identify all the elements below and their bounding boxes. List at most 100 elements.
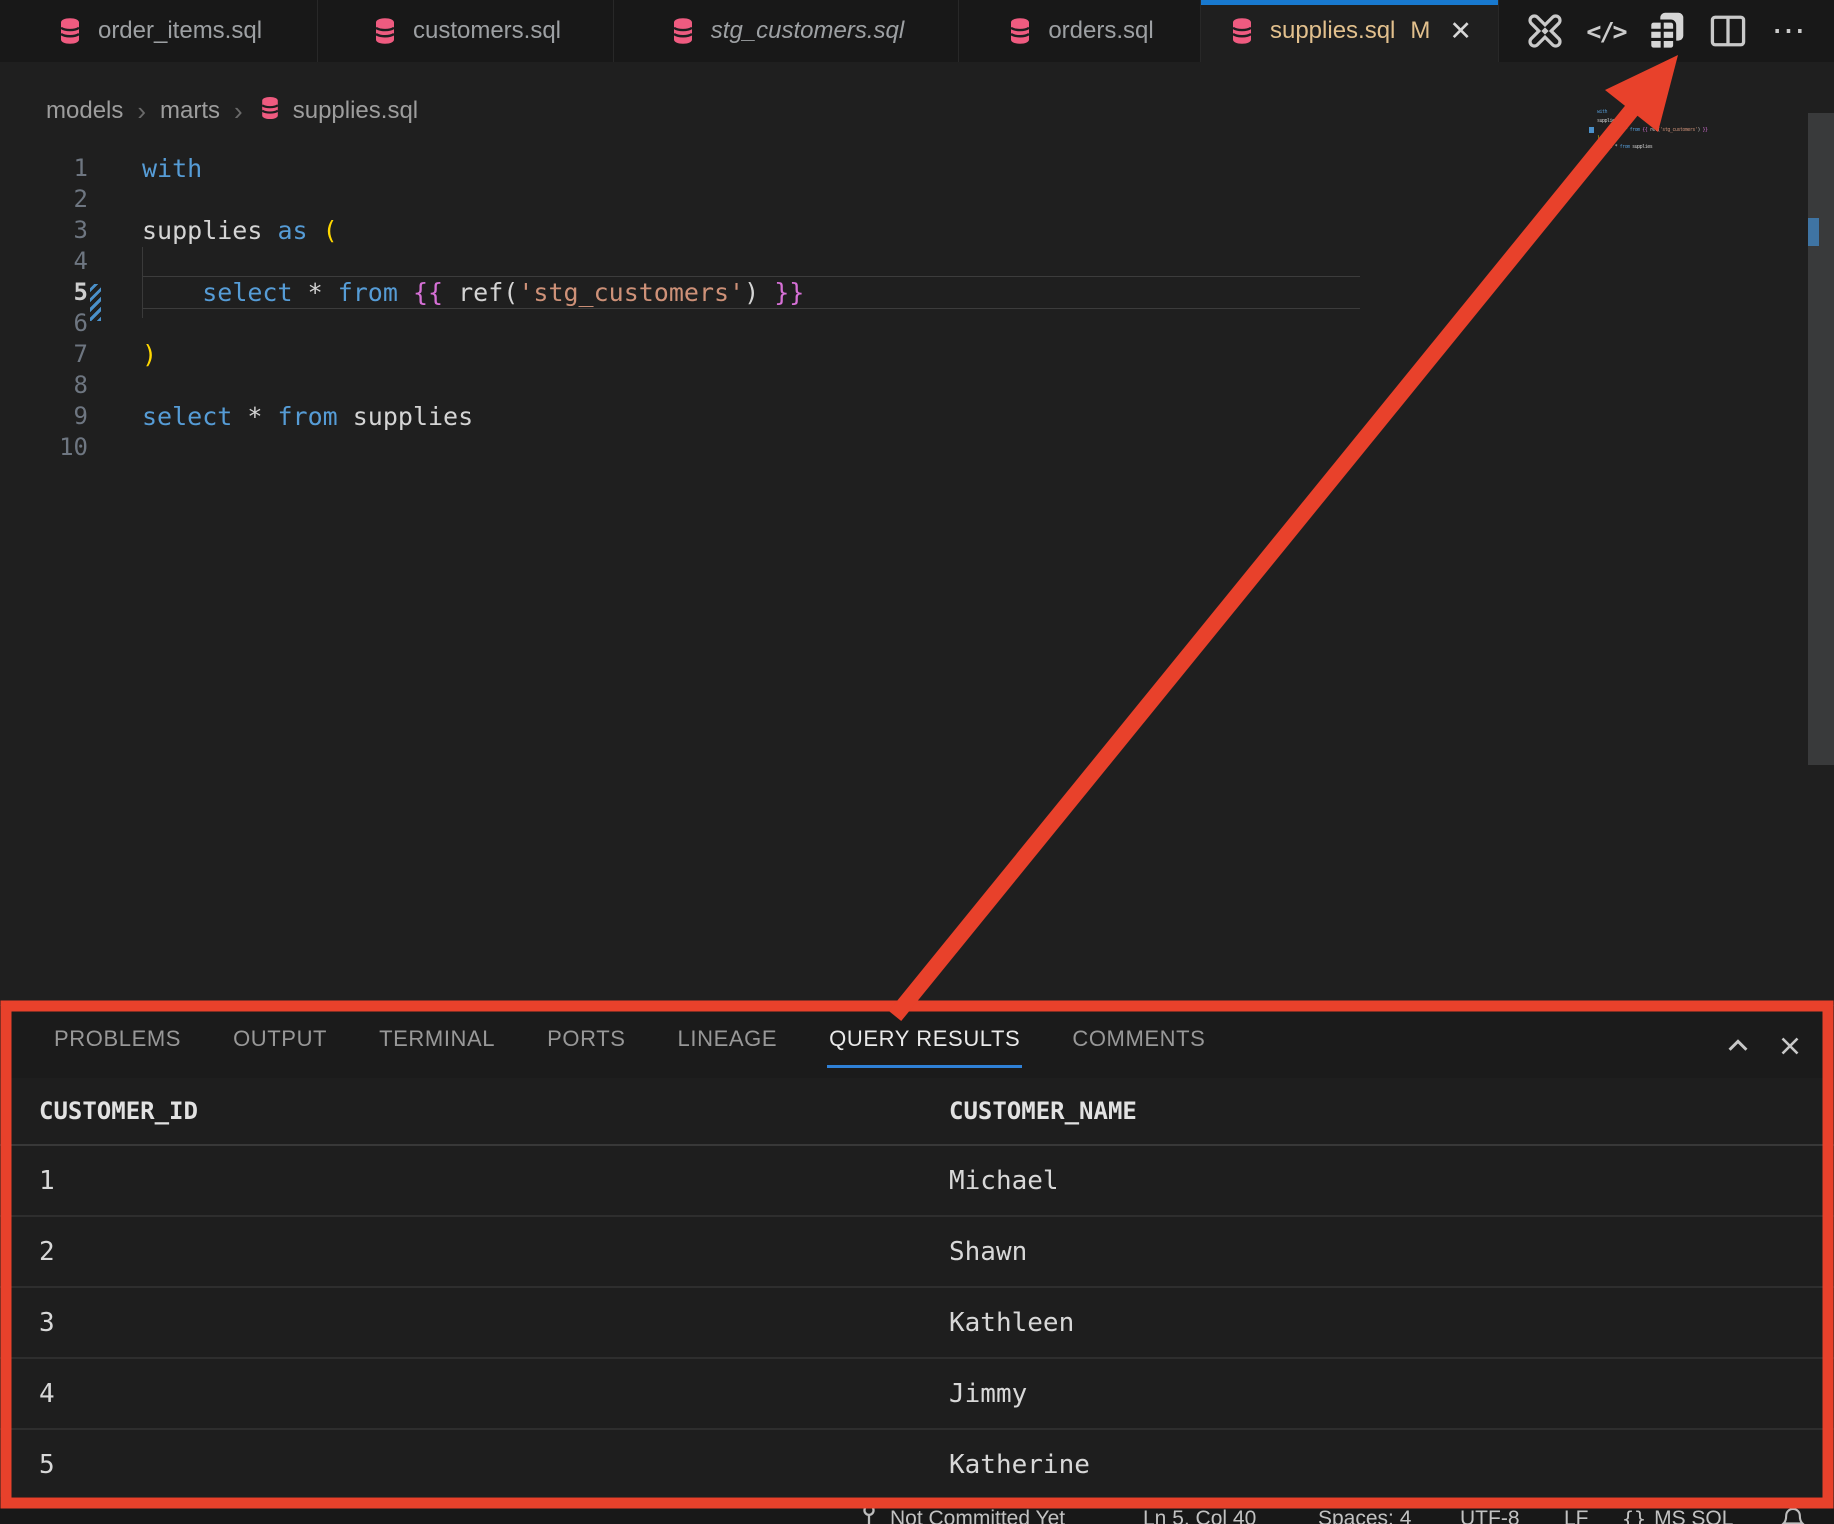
indentation-label: Spaces: 4: [1318, 1507, 1411, 1524]
tab-label: customers.sql: [413, 17, 561, 45]
table-row[interactable]: 3 Kathleen: [0, 1288, 1834, 1359]
cell-customer-id: 2: [39, 1237, 55, 1267]
tab-stg-customers-sql[interactable]: stg_customers.sql: [614, 0, 959, 62]
panel-tab-terminal[interactable]: TERMINAL: [377, 1008, 497, 1070]
panel-close-button[interactable]: [1768, 1024, 1812, 1068]
breadcrumb-item-models[interactable]: models: [46, 97, 123, 125]
query-results-icon[interactable]: [1644, 8, 1690, 54]
breadcrumb: models›marts› supplies.sql: [46, 92, 418, 130]
panel-collapse-button[interactable]: [1716, 1024, 1760, 1068]
code-line-9[interactable]: 9 select * from supplies: [0, 401, 1834, 432]
editor-scrollbar[interactable]: [1808, 113, 1834, 765]
cell-customer-id: 4: [39, 1379, 55, 1409]
table-row[interactable]: 1Michael: [0, 1146, 1834, 1217]
breadcrumb-file-label: supplies.sql: [293, 97, 418, 125]
eol-setting[interactable]: LF: [1564, 1497, 1589, 1524]
query-results-table: CUSTOMER_ID CUSTOMER_NAME 1Michael 2 Shawn 3 K…: [0, 1078, 1834, 1501]
cell-customer-id: 5: [39, 1450, 55, 1480]
panel-tab-ports[interactable]: PORTS: [545, 1008, 627, 1070]
panel-tab-output[interactable]: OUTPUT: [231, 1008, 329, 1070]
line-number: 3: [0, 215, 88, 246]
panel-tab-query-results[interactable]: QUERY RESULTS: [827, 1008, 1022, 1070]
line-number: 4: [0, 246, 88, 277]
indent-guide: [142, 247, 143, 318]
inline-code-icon[interactable]: </>: [1583, 8, 1629, 54]
split-editor-icon[interactable]: [1705, 8, 1751, 54]
column-header: CUSTOMER_ID: [39, 1097, 198, 1125]
close-icon: [1775, 1031, 1805, 1061]
line-number: 9: [0, 401, 88, 432]
tab-order-items-sql[interactable]: order_items.sql: [0, 0, 318, 62]
line-text: select * from supplies: [142, 401, 473, 432]
tab-label: stg_customers.sql: [711, 17, 904, 45]
vscode-window: order_items.sql customers.sql stg_customer…: [0, 0, 1834, 1524]
minimap-line: [1597, 150, 1708, 154]
cell-customer-id: 1: [39, 1166, 55, 1196]
chevron-right-icon: ›: [137, 96, 146, 127]
code-line-2[interactable]: 2: [0, 184, 1834, 215]
encoding-setting[interactable]: UTF-8: [1460, 1497, 1520, 1524]
code-line-10[interactable]: 10: [0, 432, 1834, 463]
line-text: ): [142, 339, 157, 370]
git-commit-icon: [856, 1503, 882, 1524]
tab-bar-tabs: order_items.sql customers.sql stg_customer…: [0, 0, 1499, 62]
panel-tab-comments[interactable]: COMMENTS: [1070, 1008, 1207, 1070]
minimap-line: select * from {{ ref('stg_customers') }}: [1597, 128, 1708, 132]
line-number: 5: [0, 277, 88, 308]
cell-customer-name: Jimmy: [949, 1379, 1027, 1409]
dbt-icon[interactable]: [1522, 8, 1568, 54]
code-editor[interactable]: 1with23supplies as (45 select * from {{ …: [0, 153, 1834, 463]
tab-close-icon[interactable]: ✕: [1449, 16, 1472, 47]
database-icon: [55, 16, 85, 46]
line-text: with: [142, 153, 202, 184]
tab-label: order_items.sql: [98, 17, 262, 45]
line-text: select * from {{ ref('stg_customers') }}: [142, 277, 804, 308]
code-line-8[interactable]: 8: [0, 370, 1834, 401]
code-line-6[interactable]: 6: [0, 308, 1834, 339]
database-icon: [370, 16, 400, 46]
cursor-position-label: Ln 5, Col 40: [1143, 1507, 1256, 1524]
tab-orders-sql[interactable]: orders.sql: [959, 0, 1201, 62]
breadcrumb-item-marts[interactable]: marts: [160, 97, 220, 125]
overview-ruler-modified-marker: [1808, 218, 1819, 246]
code-line-4[interactable]: 4: [0, 246, 1834, 277]
database-icon: [1005, 16, 1035, 46]
chevron-up-icon: [1723, 1031, 1753, 1061]
panel-tab-problems[interactable]: PROBLEMS: [52, 1008, 183, 1070]
more-actions-icon[interactable]: ⋯: [1766, 8, 1812, 54]
code-line-3[interactable]: 3supplies as (: [0, 215, 1834, 246]
status-bar: Not Committed Yet Ln 5, Col 40 Spaces: 4…: [0, 1497, 1834, 1524]
table-row[interactable]: 5Katherine: [0, 1430, 1834, 1501]
bell-icon: [1780, 1506, 1806, 1524]
cell-customer-id: 3: [39, 1308, 55, 1338]
panel-tab-lineage[interactable]: LINEAGE: [676, 1008, 780, 1070]
column-header: CUSTOMER_NAME: [949, 1097, 1137, 1125]
notifications-bell[interactable]: [1780, 1497, 1806, 1524]
tab-customers-sql[interactable]: customers.sql: [318, 0, 614, 62]
database-icon: [257, 95, 283, 128]
indentation-setting[interactable]: Spaces: 4: [1318, 1497, 1411, 1524]
breadcrumb-file[interactable]: supplies.sql: [257, 95, 418, 128]
braces-icon: {}: [1622, 1507, 1646, 1524]
table-row[interactable]: 2 Shawn: [0, 1217, 1834, 1288]
tab-supplies-sql[interactable]: supplies.sqlM✕: [1201, 0, 1499, 62]
table-row[interactable]: 4 Jimmy: [0, 1359, 1834, 1430]
cell-customer-name: Shawn: [949, 1237, 1027, 1267]
line-number: 6: [0, 308, 88, 339]
cursor-position[interactable]: Ln 5, Col 40: [1143, 1497, 1256, 1524]
code-line-7[interactable]: 7): [0, 339, 1834, 370]
tab-bar: order_items.sql customers.sql stg_customer…: [0, 0, 1834, 62]
git-status-label: Not Committed Yet: [890, 1507, 1065, 1524]
language-mode[interactable]: {} MS SQL: [1622, 1497, 1733, 1524]
minimap[interactable]: with supplies as ( select * from {{ ref(…: [1597, 110, 1708, 154]
git-status[interactable]: Not Committed Yet: [856, 1497, 1065, 1524]
cell-customer-name: Kathleen: [949, 1308, 1074, 1338]
database-icon: [1227, 16, 1257, 46]
code-line-5[interactable]: 5 select * from {{ ref('stg_customers') …: [0, 277, 1834, 308]
editor-actions: </> ⋯: [1522, 0, 1812, 62]
line-number: 2: [0, 184, 88, 215]
code-line-1[interactable]: 1with: [0, 153, 1834, 184]
line-number: 7: [0, 339, 88, 370]
results-header-row: CUSTOMER_ID CUSTOMER_NAME: [0, 1078, 1834, 1146]
line-number: 10: [0, 432, 88, 463]
